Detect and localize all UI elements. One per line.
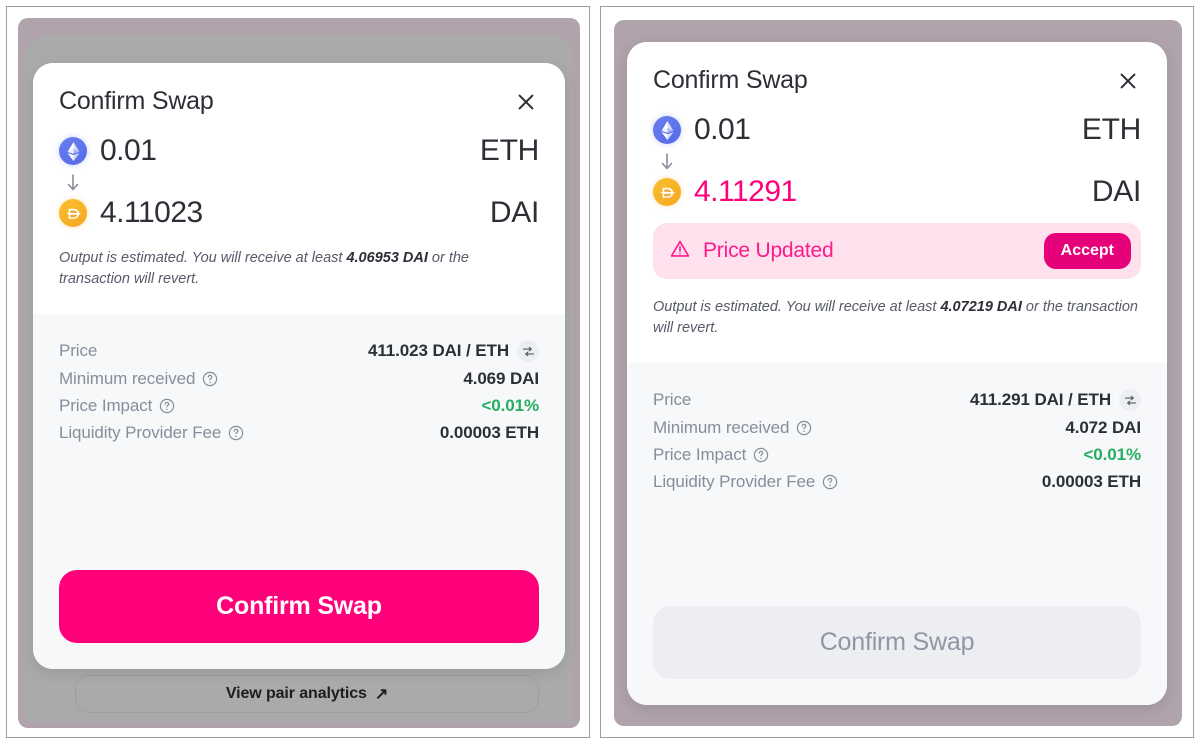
confirm-button-wrap: Confirm Swap [627,580,1167,705]
confirm-swap-button[interactable]: Confirm Swap [653,606,1141,679]
swap-to-row: 4.11023 DAI [59,196,539,230]
arrow-down-icon [65,172,83,194]
swap-to-amount: 4.11023 [100,196,203,229]
swap-from-symbol: ETH [1081,113,1141,146]
eth-token-icon [59,137,87,165]
page-title: Confirm Swap [653,66,808,94]
estimate-note-amount: 4.07219 DAI [940,299,1022,315]
detail-value-text: 0.00003 ETH [439,423,539,443]
help-circle-icon[interactable] [796,420,812,436]
detail-value-text: 4.069 DAI [463,369,539,389]
detail-label-text: Minimum received [59,369,196,389]
help-circle-icon[interactable] [202,371,218,387]
detail-row-minimum-received: Minimum received 4.069 DAI [59,369,539,389]
help-circle-icon[interactable] [753,447,769,463]
help-circle-icon[interactable] [228,425,244,441]
detail-row-price: Price 411.023 DAI / ETH [59,340,539,363]
accept-price-button[interactable]: Accept [1043,233,1131,269]
detail-label-text: Price Impact [59,396,153,416]
detail-label-text: Price Impact [653,445,747,465]
detail-row-price-impact: Price Impact <0.01% [59,396,539,416]
detail-label: Liquidity Provider Fee [653,472,838,492]
modal-header: Confirm Swap [653,66,1141,95]
detail-value: 4.069 DAI [463,369,539,389]
detail-row-liquidity-provider-fee: Liquidity Provider Fee 0.00003 ETH [653,472,1141,492]
swap-price-direction-icon[interactable] [1119,389,1141,412]
detail-row-price: Price 411.291 DAI / ETH [653,389,1141,412]
warning-triangle-icon [669,238,691,265]
detail-label: Price [653,390,691,410]
detail-label-text: Price [59,341,98,361]
detail-value: 0.00003 ETH [440,423,539,443]
estimate-note-prefix: Output is estimated. You will receive at… [653,299,941,315]
dai-token-icon [59,199,87,227]
swap-to-row: 4.11291 DAI [653,175,1141,209]
detail-label: Price Impact [653,445,769,465]
detail-label: Price [59,341,97,361]
detail-label-text: Liquidity Provider Fee [653,472,816,492]
detail-value-text: 4.072 DAI [1065,418,1141,438]
detail-label-text: Price [653,390,692,410]
arrow-down-icon [659,151,677,173]
price-updated-label: Price Updated [703,239,834,262]
confirm-button-wrap: Confirm Swap [33,544,565,669]
estimate-note-amount: 4.06953 DAI [346,250,428,266]
detail-value-text: <0.01% [481,396,539,416]
swap-from-row: 0.01 ETH [653,113,1141,147]
external-link-arrow-icon: ↗ [374,686,389,703]
swap-from-symbol: ETH [479,134,539,167]
dai-token-icon [653,178,681,206]
detail-value: 411.291 DAI / ETH [970,389,1141,412]
detail-label: Minimum received [653,418,812,438]
swap-price-direction-icon[interactable] [517,340,539,363]
detail-value: <0.01% [1083,445,1141,465]
screenshot-stage: View pair analytics ↗ Confirm Swap 0.01 … [0,0,1200,744]
estimate-note-prefix: Output is estimated. You will receive at… [59,250,347,266]
modal-top-section: Confirm Swap [33,63,565,315]
detail-value: <0.01% [481,396,539,416]
confirm-swap-modal: Confirm Swap [33,63,565,669]
detail-value: 4.072 DAI [1065,418,1141,438]
detail-value: 411.023 DAI / ETH [368,340,539,363]
panel-left: View pair analytics ↗ Confirm Swap 0.01 … [6,6,590,738]
detail-value-text: <0.01% [1083,445,1141,465]
help-circle-icon[interactable] [822,474,838,490]
eth-token-icon [653,116,681,144]
swap-details-list: Price 411.291 DAI / ETH Minimum received… [627,363,1167,580]
panel-right: Confirm Swap 0.01 ETH 4.11291 DAI Price … [600,6,1194,738]
swap-to-symbol: DAI [489,196,539,229]
close-icon[interactable] [1115,68,1141,94]
confirm-swap-button[interactable]: Confirm Swap [59,570,539,643]
detail-value-text: 0.00003 ETH [1041,472,1141,492]
price-updated-banner: Price Updated Accept [653,223,1141,279]
confirm-swap-modal: Confirm Swap [627,42,1167,705]
swap-to-symbol: DAI [1091,175,1141,208]
detail-value-text: 411.023 DAI / ETH [368,341,509,361]
estimate-note: Output is estimated. You will receive at… [653,283,1141,363]
page-title: Confirm Swap [59,87,214,115]
view-pair-analytics-link[interactable]: View pair analytics ↗ [75,675,539,713]
detail-value: 0.00003 ETH [1042,472,1141,492]
modal-top-section: Confirm Swap [627,42,1167,364]
detail-row-liquidity-provider-fee: Liquidity Provider Fee 0.00003 ETH [59,423,539,443]
estimate-note: Output is estimated. You will receive at… [59,234,539,314]
detail-label-text: Liquidity Provider Fee [59,423,222,443]
detail-label: Liquidity Provider Fee [59,423,244,443]
swap-details-list: Price 411.023 DAI / ETH Minimum received… [33,314,565,544]
detail-row-minimum-received: Minimum received 4.072 DAI [653,418,1141,438]
swap-from-amount: 0.01 [100,134,157,167]
detail-label: Minimum received [59,369,218,389]
swap-from-row: 0.01 ETH [59,134,539,168]
swap-to-amount: 4.11291 [694,175,797,208]
view-pair-analytics-label: View pair analytics [225,685,367,702]
detail-label: Price Impact [59,396,175,416]
detail-value-text: 411.291 DAI / ETH [970,390,1111,410]
modal-header: Confirm Swap [59,87,539,116]
detail-label-text: Minimum received [653,418,790,438]
close-icon[interactable] [513,89,539,115]
detail-row-price-impact: Price Impact <0.01% [653,445,1141,465]
help-circle-icon[interactable] [159,398,175,414]
swap-from-amount: 0.01 [694,113,751,146]
